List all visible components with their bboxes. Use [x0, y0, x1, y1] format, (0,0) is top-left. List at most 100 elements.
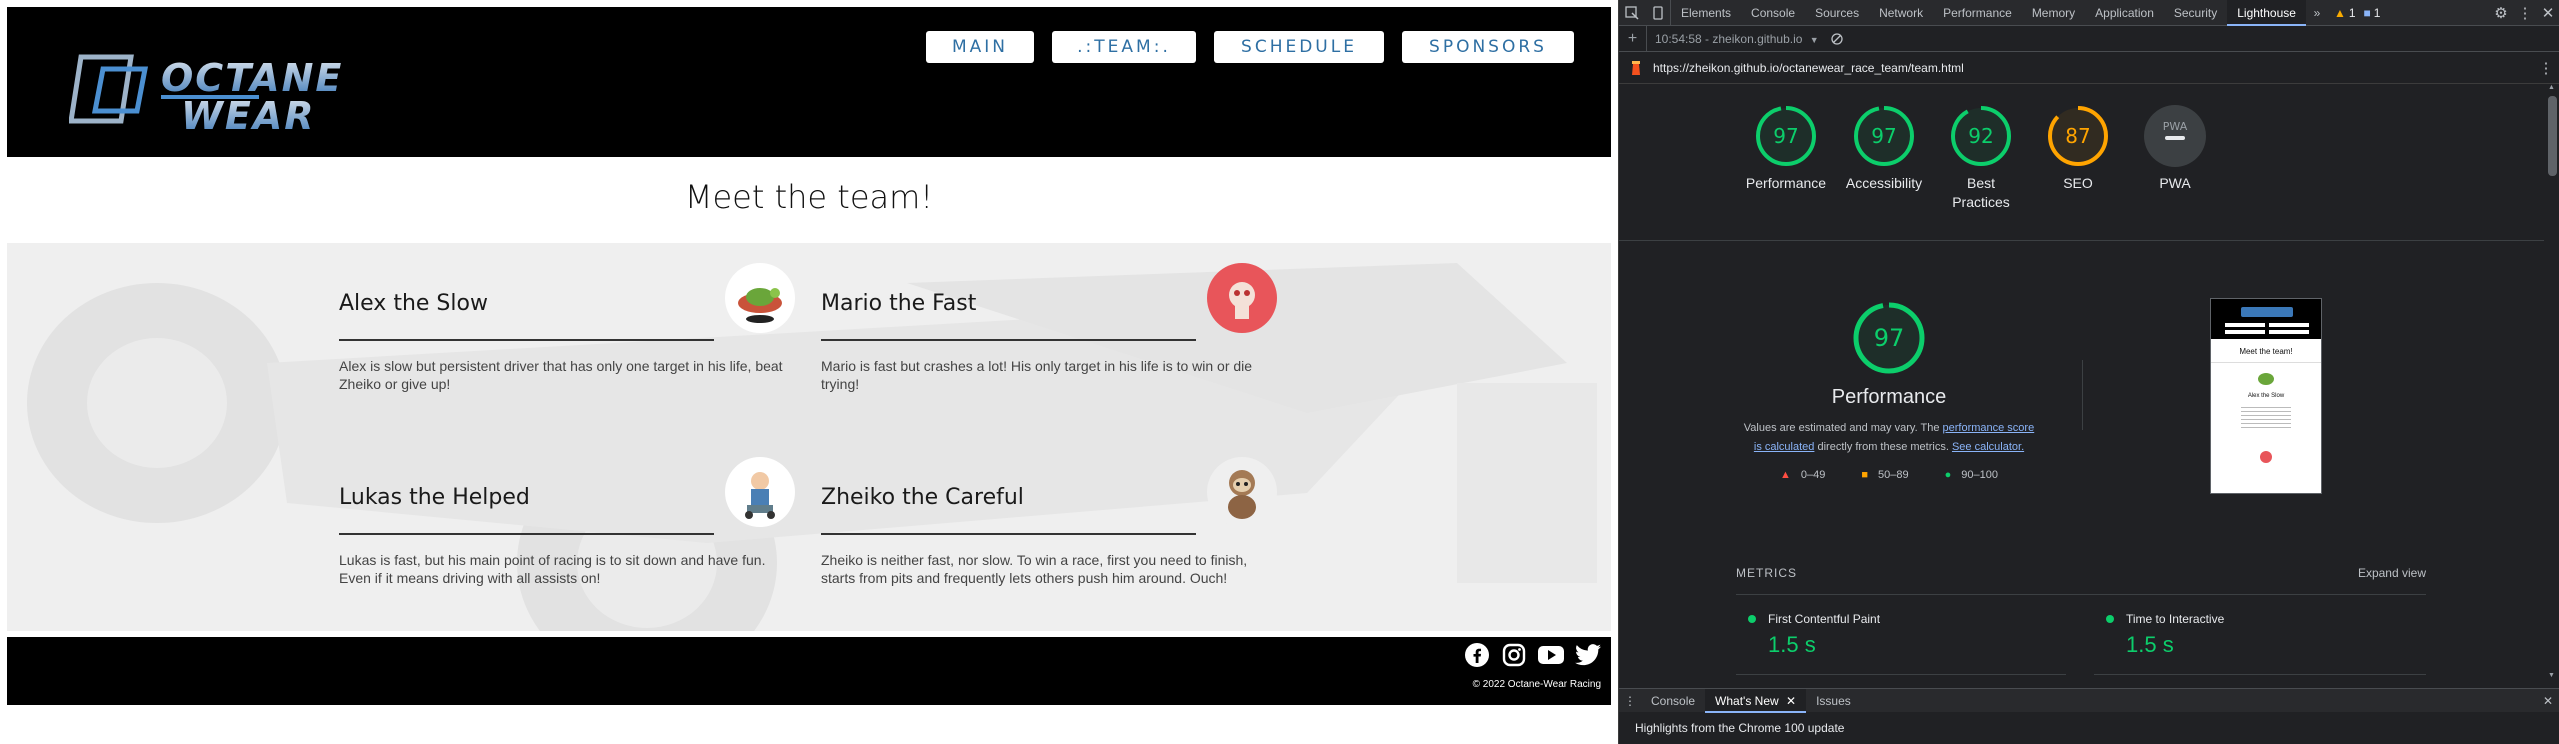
nav-main-button[interactable]: MAIN [926, 31, 1034, 63]
nav-schedule-button[interactable]: SCHEDULE [1214, 31, 1384, 63]
settings-gear-icon[interactable]: ⚙ [2488, 4, 2514, 22]
metric-rule [2094, 674, 2426, 675]
drawer-tab-label: What's New [1715, 693, 1779, 708]
preview-logo [2241, 307, 2293, 317]
metric-title: Time to Interactive [2126, 612, 2225, 626]
report-url-link[interactable]: https://zheikon.github.io/octanewear_rac… [1653, 61, 1964, 75]
tab-lighthouse[interactable]: Lighthouse [2227, 0, 2306, 26]
tab-application[interactable]: Application [2085, 0, 2164, 26]
team-card-mario: Mario the Fast Mario is fast but crashes… [821, 243, 1281, 393]
facebook-icon[interactable] [1464, 642, 1490, 668]
see-calculator-link[interactable]: See calculator. [1952, 441, 2024, 453]
expand-view-toggle[interactable]: Expand view [2358, 566, 2426, 580]
lighthouse-icon [1629, 60, 1643, 76]
close-tab-icon[interactable]: ✕ [1786, 694, 1796, 708]
more-tabs-icon[interactable]: » [2306, 6, 2328, 20]
octanewear-logo[interactable]: OCTANE WEAR [69, 49, 439, 139]
seo-gauge-ring: 87 [2048, 106, 2108, 166]
kebab-menu-icon[interactable]: ⋮ [2514, 4, 2536, 22]
preview-turtle-icon [2258, 373, 2274, 385]
member-description: Mario is fast but crashes a lot! His onl… [821, 358, 1253, 392]
performance-gauge-ring: 97 [1756, 106, 1816, 166]
performance-title: Performance [1831, 386, 1947, 408]
score-legend: ▲ 0–49 ■ 50–89 ● 90–100 [1739, 469, 2039, 481]
tab-performance[interactable]: Performance [1933, 0, 2022, 26]
divider [339, 339, 714, 341]
divider [821, 339, 1196, 341]
scroll-down-arrow-icon[interactable]: ▼ [2548, 672, 2555, 679]
skull-avatar-icon [1207, 263, 1277, 333]
tab-network[interactable]: Network [1869, 0, 1933, 26]
report-url-bar: https://zheikon.github.io/octanewear_rac… [1619, 52, 2559, 84]
gauge-label: PWA [2159, 175, 2191, 191]
circle-icon: ● [1944, 469, 1952, 481]
youtube-icon[interactable] [1538, 642, 1564, 668]
metric-tti: Time to Interactive 1.5 s [2106, 612, 2424, 658]
tab-sources[interactable]: Sources [1805, 0, 1869, 26]
instagram-icon[interactable] [1501, 642, 1527, 668]
gauge-seo[interactable]: 87 SEO [2023, 104, 2133, 193]
gauge-label: Accessibility [1845, 175, 1923, 191]
legend-range: 90–100 [1961, 469, 1998, 481]
report-scrollbar[interactable]: ▲ ▼ [2544, 84, 2559, 679]
drawer-menu-icon[interactable]: ⋮ [1619, 694, 1641, 708]
devtools-panel: Elements Console Sources Network Perform… [1618, 0, 2559, 744]
report-menu-icon[interactable]: ⋮ [2532, 59, 2559, 77]
preview-divider [2211, 362, 2321, 363]
final-screenshot-preview[interactable]: Meet the team! Alex the Slow [2210, 298, 2322, 494]
member-description: Zheiko is neither fast, nor slow. To win… [821, 552, 1248, 586]
preview-nav [2269, 330, 2309, 334]
pwa-badge-text: PWA [2163, 120, 2188, 133]
gauge-performance[interactable]: 97 Performance [1731, 104, 1841, 193]
website-viewport: OCTANE WEAR MAIN .:TEAM:. SCHEDULE SPONS… [0, 0, 1618, 744]
tab-console[interactable]: Console [1741, 0, 1805, 26]
drawer-tab-issues[interactable]: Issues [1806, 689, 1861, 713]
clear-reports-icon[interactable] [1827, 32, 1847, 45]
race-car-background [7, 243, 1611, 631]
twitter-icon[interactable] [1575, 642, 1601, 668]
drawer-tab-console[interactable]: Console [1641, 689, 1705, 713]
scroll-up-arrow-icon[interactable]: ▲ [2548, 84, 2555, 91]
best-practices-gauge-ring: 92 [1951, 106, 2011, 166]
preview-heading: Meet the team! [2239, 347, 2293, 356]
member-name: Mario the Fast [821, 291, 977, 316]
metrics-title: METRICS [1736, 566, 1797, 580]
pass-circle-icon [1748, 615, 1756, 623]
tab-memory[interactable]: Memory [2022, 0, 2085, 26]
metric-value: 1.5 s [2126, 632, 2174, 657]
scrollbar-thumb[interactable] [2548, 96, 2557, 176]
devtools-drawer-tabbar: ⋮ Console What's New ✕ Issues ✕ [1619, 688, 2559, 713]
close-drawer-icon[interactable]: ✕ [2536, 694, 2559, 708]
gauge-label: Performance [1745, 175, 1827, 191]
gauge-best-practices[interactable]: 92 Best Practices [1926, 104, 2036, 212]
gauge-accessibility[interactable]: 97 Accessibility [1829, 104, 1939, 193]
tab-elements[interactable]: Elements [1671, 0, 1741, 26]
report-select[interactable]: 10:54:58 - zheikon.github.io ▼ [1647, 32, 1827, 46]
social-links [1464, 642, 1601, 668]
page-heading: Meet the team! [684, 178, 934, 216]
inspect-element-icon[interactable] [1619, 0, 1645, 26]
drawer-tab-whats-new[interactable]: What's New ✕ [1705, 688, 1807, 713]
nav-sponsors-button[interactable]: SPONSORS [1402, 31, 1574, 63]
new-report-plus-icon[interactable]: + [1619, 25, 1647, 52]
tab-security[interactable]: Security [2164, 0, 2227, 26]
close-devtools-icon[interactable]: ✕ [2536, 4, 2559, 22]
nav-team-button[interactable]: .:TEAM:. [1052, 31, 1196, 63]
metric-rule [1736, 674, 2066, 675]
devtools-tabbar: Elements Console Sources Network Perform… [1619, 0, 2559, 26]
triangle-icon: ▲ [1780, 469, 1791, 481]
copyright-text: © 2022 Octane-Wear Racing [1472, 679, 1601, 690]
gauge-pwa[interactable]: PWA PWA [2120, 104, 2230, 193]
performance-note: Values are estimated and may vary. The p… [1739, 419, 2039, 457]
member-description: Lukas is fast, but his main point of rac… [339, 552, 766, 586]
turtle-avatar-icon [725, 263, 795, 333]
team-card-zheiko: Zheiko the Careful Zheiko is neither fas… [821, 437, 1281, 587]
divider [339, 533, 714, 535]
preview-member-name: Alex the Slow [2247, 393, 2285, 399]
warnings-counter[interactable]: ▲ 1 [2334, 6, 2356, 20]
performance-large-gauge: 97 [1853, 302, 1925, 374]
sloth-avatar-icon [1207, 457, 1277, 527]
messages-counter[interactable]: ■ 1 [2364, 6, 2381, 20]
device-toolbar-icon[interactable] [1645, 0, 1671, 26]
pwa-badge-icon: PWA [2144, 105, 2206, 167]
